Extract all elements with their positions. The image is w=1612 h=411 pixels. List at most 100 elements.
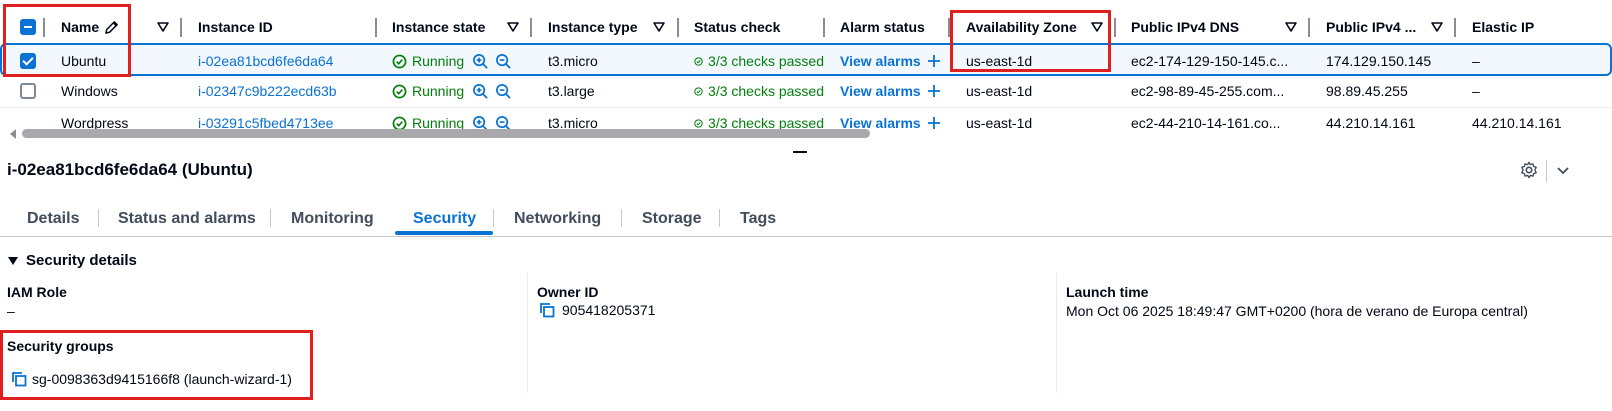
public-ipv4: 98.89.45.255 xyxy=(1326,83,1408,99)
public-dns: ec2-98-89-45-255.com... xyxy=(1131,83,1285,99)
public-ipv4: 44.210.14.161 xyxy=(1326,115,1416,131)
column-separator[interactable] xyxy=(43,18,45,37)
table-row[interactable]: Windows i-02347c9b222ecd63b Running t3.l… xyxy=(0,75,1612,107)
tab-details[interactable]: Details xyxy=(27,201,79,236)
chevron-down-icon[interactable] xyxy=(1556,164,1570,178)
column-header-name[interactable]: Name xyxy=(61,10,119,44)
instance-state: Running xyxy=(392,45,512,77)
column-separator[interactable] xyxy=(1454,18,1456,37)
panel-divider xyxy=(1546,160,1547,182)
sort-triangle-icon[interactable] xyxy=(652,20,666,34)
column-header-instance-type[interactable]: Instance type xyxy=(548,10,637,44)
availability-zone: us-east-1d xyxy=(966,115,1033,131)
view-alarms-link[interactable]: View alarms xyxy=(840,45,941,77)
security-group-link[interactable]: sg-0098363d9415166f8 (launch-wizard-1) xyxy=(11,371,292,387)
elastic-ip: 44.210.14.161 xyxy=(1472,115,1562,131)
launch-time-label: Launch time xyxy=(1066,284,1149,300)
column-header-public-ipv4-dns[interactable]: Public IPv4 DNS xyxy=(1131,10,1239,44)
column-separator[interactable] xyxy=(1308,18,1310,37)
check-circle-icon xyxy=(694,56,703,66)
elastic-ip: – xyxy=(1472,83,1480,99)
status-check: 3/3 checks passed xyxy=(694,75,824,107)
security-details-toggle[interactable]: Security details xyxy=(8,252,137,269)
tab-divider xyxy=(719,209,720,227)
zoom-out-icon[interactable] xyxy=(495,53,512,70)
owner-id-value: 905418205371 xyxy=(539,302,655,318)
column-separator[interactable] xyxy=(948,18,950,37)
instance-details-title: i-02ea81bcd6fe6da64 (Ubuntu) xyxy=(7,160,253,179)
instance-type: t3.large xyxy=(548,83,595,99)
instance-state: Running xyxy=(392,75,512,107)
column-separator[interactable] xyxy=(1114,18,1116,37)
caret-down-icon xyxy=(8,256,18,265)
availability-zone: us-east-1d xyxy=(966,53,1033,69)
scroll-left-arrow[interactable] xyxy=(10,129,16,139)
zoom-in-icon[interactable] xyxy=(472,53,489,70)
active-tab-indicator xyxy=(395,231,493,235)
select-all-checkbox[interactable] xyxy=(20,10,36,44)
sort-triangle-icon[interactable] xyxy=(506,20,520,34)
instance-name: Windows xyxy=(61,83,118,99)
sort-triangle-icon[interactable] xyxy=(156,20,170,34)
copy-icon[interactable] xyxy=(539,302,555,318)
instance-type: t3.micro xyxy=(548,53,598,69)
tab-divider xyxy=(270,209,271,227)
instance-id-link[interactable]: i-02ea81bcd6fe6da64 xyxy=(198,45,333,77)
iam-role-label: IAM Role xyxy=(7,284,67,300)
copy-icon[interactable] xyxy=(11,371,27,387)
plus-icon[interactable] xyxy=(927,116,941,130)
zoom-in-icon[interactable] xyxy=(472,83,489,100)
details-tabs: Details Status and alarms Monitoring Sec… xyxy=(0,201,1612,237)
plus-icon[interactable] xyxy=(927,54,941,68)
availability-zone: us-east-1d xyxy=(966,83,1033,99)
split-panel-resize-handle[interactable] xyxy=(793,151,807,153)
row-checkbox[interactable] xyxy=(20,75,36,107)
check-circle-icon xyxy=(392,84,407,98)
view-alarms-link[interactable]: View alarms xyxy=(840,75,941,107)
tab-tags[interactable]: Tags xyxy=(740,201,776,236)
owner-id-label: Owner ID xyxy=(537,284,599,300)
column-separator[interactable] xyxy=(375,18,377,37)
zoom-out-icon[interactable] xyxy=(495,83,512,100)
tab-divider xyxy=(493,209,494,227)
column-divider xyxy=(527,273,528,393)
elastic-ip: – xyxy=(1472,53,1480,69)
tab-monitoring[interactable]: Monitoring xyxy=(291,201,374,236)
tab-status-and-alarms[interactable]: Status and alarms xyxy=(118,201,256,236)
security-groups-label: Security groups xyxy=(7,338,114,354)
column-header-availability-zone[interactable]: Availability Zone xyxy=(966,10,1077,44)
table-row[interactable]: Ubuntu i-02ea81bcd6fe6da64 Running t3.mi… xyxy=(0,43,1612,76)
column-separator[interactable] xyxy=(180,18,182,37)
column-header-public-ipv4[interactable]: Public IPv4 ... xyxy=(1326,10,1416,44)
column-separator[interactable] xyxy=(677,18,679,37)
sort-triangle-icon[interactable] xyxy=(1284,20,1298,34)
column-header-instance-id[interactable]: Instance ID xyxy=(198,10,273,44)
column-separator[interactable] xyxy=(823,18,825,37)
plus-icon[interactable] xyxy=(927,84,941,98)
check-circle-icon xyxy=(392,54,407,68)
iam-role-value: – xyxy=(7,303,15,319)
column-header-status-check[interactable]: Status check xyxy=(694,10,780,44)
tab-storage[interactable]: Storage xyxy=(642,201,702,236)
pencil-icon xyxy=(105,20,119,34)
tab-divider xyxy=(98,209,99,227)
public-dns: ec2-44-210-14-161.co... xyxy=(1131,115,1281,131)
column-header-elastic-ip[interactable]: Elastic IP xyxy=(1472,10,1534,44)
public-dns: ec2-174-129-150-145.c... xyxy=(1131,53,1289,69)
column-separator[interactable] xyxy=(530,18,532,37)
instance-id-link[interactable]: i-02347c9b222ecd63b xyxy=(198,75,337,107)
column-divider xyxy=(1056,273,1057,393)
column-header-instance-state[interactable]: Instance state xyxy=(392,10,485,44)
horizontal-scrollbar[interactable] xyxy=(22,129,870,138)
sort-triangle-icon[interactable] xyxy=(1090,20,1104,34)
sort-triangle-icon[interactable] xyxy=(1430,20,1444,34)
tab-divider xyxy=(621,209,622,227)
instances-table: Name Instance ID Instance state Instance… xyxy=(0,0,1612,143)
column-header-alarm-status[interactable]: Alarm status xyxy=(840,10,925,44)
gear-icon[interactable] xyxy=(1520,161,1538,179)
public-ipv4: 174.129.150.145 xyxy=(1326,53,1432,69)
row-checkbox[interactable] xyxy=(20,45,36,77)
tab-networking[interactable]: Networking xyxy=(514,201,601,236)
instance-name: Ubuntu xyxy=(61,53,107,69)
table-header: Name Instance ID Instance state Instance… xyxy=(0,10,1612,44)
